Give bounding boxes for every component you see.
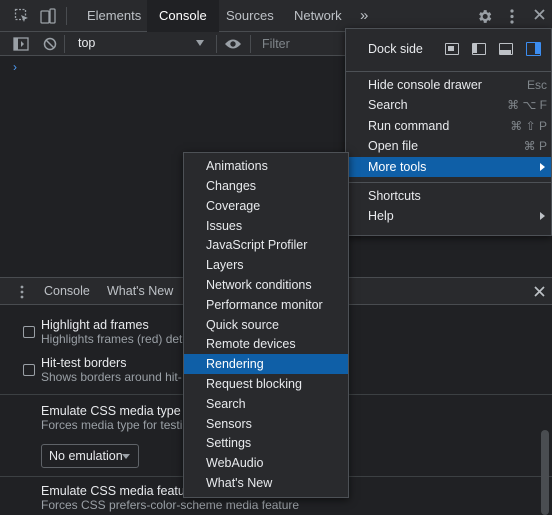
- option-title: Emulate CSS media feature: [41, 484, 196, 498]
- submenu-item-coverage[interactable]: Coverage: [184, 196, 348, 216]
- menu-shortcut: Esc: [526, 78, 547, 92]
- tab-elements[interactable]: Elements: [75, 0, 153, 32]
- media-type-select-value: No emulation: [49, 449, 123, 463]
- kebab-menu-icon[interactable]: [506, 8, 518, 25]
- chevron-right-icon: [540, 163, 545, 171]
- menu-shortcut: ⌘ P: [523, 139, 547, 153]
- menu-item-search[interactable]: Search ⌘ ⌥ F: [346, 95, 551, 115]
- toolbar-divider: [250, 35, 251, 53]
- hit-test-borders-checkbox[interactable]: [23, 364, 35, 376]
- undock-icon[interactable]: [445, 43, 459, 55]
- drawer-tab-whats-new[interactable]: What's New: [107, 278, 173, 305]
- clear-console-icon[interactable]: [43, 37, 57, 51]
- submenu-item-search[interactable]: Search: [184, 394, 348, 414]
- tab-sources[interactable]: Sources: [214, 0, 286, 32]
- submenu-item-sensors[interactable]: Sensors: [184, 414, 348, 434]
- menu-item-more-tools[interactable]: More tools: [346, 157, 551, 177]
- option-description: Shows borders around hit-: [41, 370, 182, 384]
- highlight-ad-frames-checkbox[interactable]: [23, 326, 35, 338]
- drawer-tab-console[interactable]: Console: [44, 278, 90, 305]
- menu-item-label: Shortcuts: [368, 189, 421, 203]
- inspect-element-icon[interactable]: [14, 8, 30, 24]
- submenu-item-webaudio[interactable]: WebAudio: [184, 453, 348, 473]
- submenu-item-layers[interactable]: Layers: [184, 255, 348, 275]
- submenu-item-whats-new[interactable]: What's New: [184, 473, 348, 493]
- context-selector[interactable]: top: [70, 32, 212, 55]
- menu-item-label: Search: [368, 98, 408, 112]
- context-selector-value: top: [78, 36, 96, 50]
- toolbar-divider: [66, 7, 67, 25]
- gear-icon[interactable]: [476, 8, 493, 25]
- drawer-menu-icon[interactable]: [19, 285, 25, 299]
- toolbar-divider: [64, 35, 65, 53]
- menu-item-label: Help: [368, 209, 394, 223]
- submenu-item-settings[interactable]: Settings: [184, 433, 348, 453]
- tab-console[interactable]: Console: [147, 0, 219, 33]
- menu-item-shortcuts[interactable]: Shortcuts: [346, 186, 551, 206]
- menu-item-label: Hide console drawer: [368, 78, 482, 92]
- devtools-main-menu: Dock side Hide console drawer Esc Search…: [345, 28, 552, 236]
- live-expression-eye-icon[interactable]: [224, 38, 242, 50]
- option-description: Highlights frames (red) dete: [41, 332, 190, 346]
- console-filter-input[interactable]: [254, 32, 344, 55]
- submenu-item-remote-devices[interactable]: Remote devices: [184, 334, 348, 354]
- chevron-down-icon: [196, 40, 204, 46]
- dock-left-icon[interactable]: [472, 43, 486, 55]
- submenu-item-network-conditions[interactable]: Network conditions: [184, 275, 348, 295]
- submenu-item-rendering[interactable]: Rendering: [184, 354, 348, 374]
- menu-item-label: Run command: [368, 119, 450, 133]
- option-description: Forces media type for testi: [41, 418, 183, 432]
- media-type-select[interactable]: No emulation: [41, 444, 139, 468]
- dock-right-icon[interactable]: [526, 42, 541, 56]
- menu-divider: [346, 182, 551, 183]
- close-devtools-icon[interactable]: [533, 8, 546, 21]
- submenu-item-changes[interactable]: Changes: [184, 176, 348, 196]
- submenu-item-request-blocking[interactable]: Request blocking: [184, 374, 348, 394]
- show-sidebar-icon[interactable]: [13, 37, 29, 51]
- menu-item-help[interactable]: Help: [346, 206, 551, 226]
- chevron-down-icon: [122, 454, 130, 459]
- tab-network[interactable]: Network: [282, 0, 354, 32]
- chevron-right-icon: [540, 212, 545, 220]
- toolbar-divider: [216, 35, 217, 53]
- menu-item-hide-console-drawer[interactable]: Hide console drawer Esc: [346, 75, 551, 95]
- option-title: Hit-test borders: [41, 356, 127, 370]
- option-title: Highlight ad frames: [41, 318, 149, 332]
- option-title: Emulate CSS media type: [41, 404, 181, 418]
- console-prompt[interactable]: ›: [13, 60, 17, 74]
- rendering-scrollbar[interactable]: [541, 430, 549, 515]
- menu-divider: [346, 71, 551, 72]
- menu-item-open-file[interactable]: Open file ⌘ P: [346, 136, 551, 156]
- dock-bottom-icon[interactable]: [499, 43, 513, 55]
- option-description: Forces CSS prefers-color-scheme media fe…: [41, 498, 300, 512]
- submenu-item-performance-monitor[interactable]: Performance monitor: [184, 295, 348, 315]
- menu-shortcut: ⌘ ⇧ P: [510, 119, 547, 133]
- submenu-item-javascript-profiler[interactable]: JavaScript Profiler: [184, 235, 348, 255]
- submenu-item-issues[interactable]: Issues: [184, 216, 348, 236]
- more-tools-submenu: Animations Changes Coverage Issues JavaS…: [183, 152, 349, 498]
- menu-item-run-command[interactable]: Run command ⌘ ⇧ P: [346, 116, 551, 136]
- submenu-item-animations[interactable]: Animations: [184, 156, 348, 176]
- menu-item-label: More tools: [368, 160, 427, 174]
- submenu-item-quick-source[interactable]: Quick source: [184, 315, 348, 335]
- device-toolbar-icon[interactable]: [40, 8, 56, 24]
- menu-item-label: Open file: [368, 139, 419, 153]
- menu-shortcut: ⌘ ⌥ F: [507, 98, 547, 112]
- close-drawer-icon[interactable]: [534, 286, 545, 297]
